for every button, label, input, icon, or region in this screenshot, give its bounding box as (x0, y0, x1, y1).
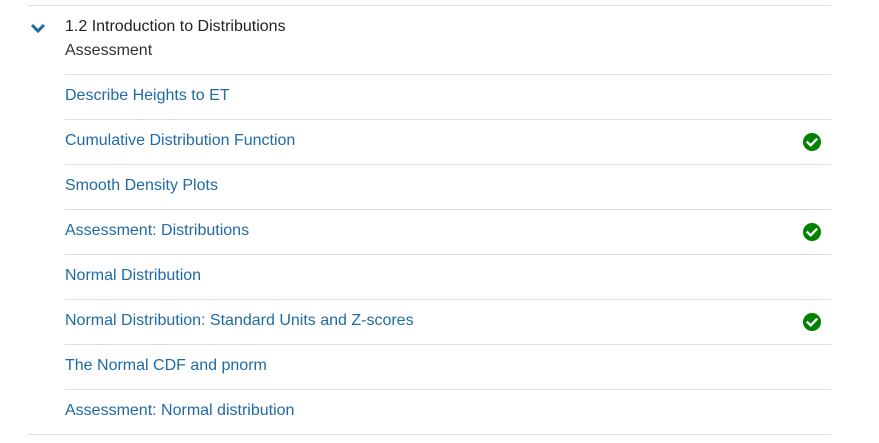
chevron-down-icon[interactable] (30, 20, 46, 36)
subsection-link[interactable]: The Normal CDF and pnorm (65, 357, 267, 375)
list-item: Assessment: Distributions (65, 209, 831, 254)
list-item: Assessment: Normal distribution (65, 389, 831, 434)
subsection-link[interactable]: Smooth Density Plots (65, 177, 218, 195)
subsection-list: Describe Heights to ET Cumulative Distri… (65, 74, 831, 434)
section-header[interactable]: 1.2 Introduction to Distributions Assess… (0, 6, 879, 74)
subsection-link[interactable]: Normal Distribution (65, 267, 201, 285)
subsection-link[interactable]: Normal Distribution: Standard Units and … (65, 312, 414, 330)
check-circle-icon (803, 223, 821, 241)
subsection-link[interactable]: Assessment: Distributions (65, 222, 249, 240)
section-title: 1.2 Introduction to Distributions (65, 18, 286, 35)
list-item: Smooth Density Plots (65, 164, 831, 209)
divider (28, 434, 831, 435)
check-circle-icon (803, 313, 821, 331)
list-item: Cumulative Distribution Function (65, 119, 831, 164)
course-outline: 1.2 Introduction to Distributions Assess… (0, 0, 879, 443)
list-item: Normal Distribution: Standard Units and … (65, 299, 831, 344)
check-circle-icon (803, 133, 821, 151)
subsection-link[interactable]: Cumulative Distribution Function (65, 132, 295, 150)
list-item: Describe Heights to ET (65, 74, 831, 119)
section-subtitle: Assessment (65, 42, 153, 59)
subsection-link[interactable]: Describe Heights to ET (65, 87, 230, 105)
list-item: Normal Distribution (65, 254, 831, 299)
list-item: The Normal CDF and pnorm (65, 344, 831, 389)
subsection-link[interactable]: Assessment: Normal distribution (65, 402, 294, 420)
